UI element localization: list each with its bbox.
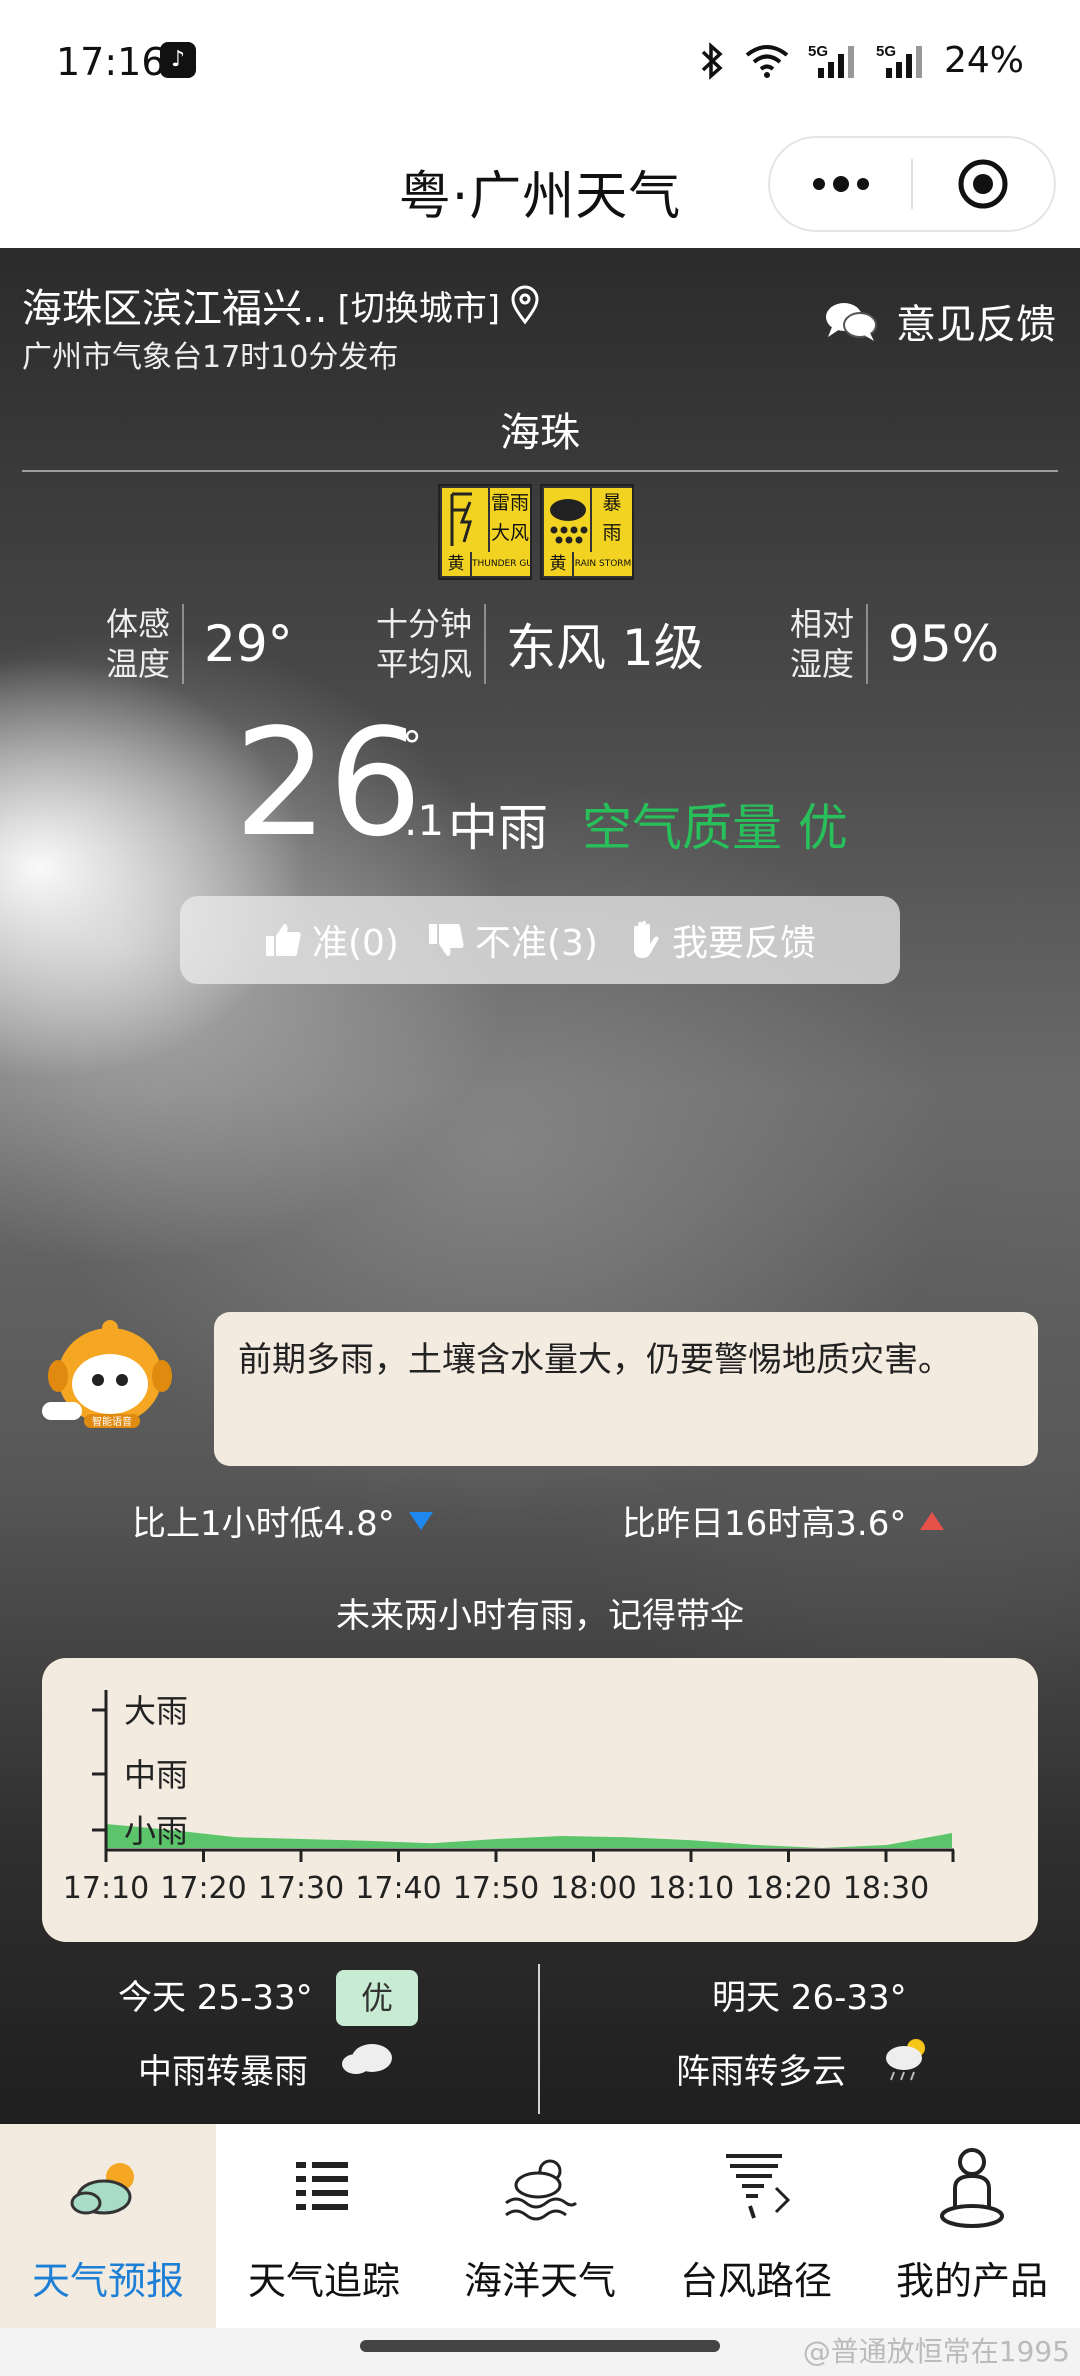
air-quality[interactable]: 空气质量 优 — [582, 788, 848, 860]
home-indicator[interactable] — [360, 2340, 720, 2352]
hand-icon — [633, 920, 659, 958]
warning-en: RAIN STORM — [574, 552, 632, 576]
wind-stat: 十分钟 平均风 东风 1级 — [376, 604, 704, 684]
status-icons: 5G 5G 24% — [700, 40, 1024, 81]
tab-typhoon-path[interactable]: 台风路径 — [648, 2124, 864, 2328]
rainstorm-icon — [544, 488, 590, 552]
svg-text:5G: 5G — [808, 43, 828, 60]
x-tick-label: 18:30 — [843, 1871, 929, 1906]
chat-bubbles-icon — [826, 303, 877, 341]
rain-reminder: 未来两小时有雨，记得带伞 — [336, 1596, 744, 1636]
target-icon — [958, 159, 1008, 209]
typhoon-path-icon — [726, 2154, 791, 2219]
today-condition: 中雨转暴雨 — [138, 2052, 308, 2092]
capsule-menu — [768, 136, 1056, 232]
accuracy-feedback-bar: 准(0) 不准(3) 我要反馈 — [180, 896, 900, 984]
title-bar: 粤·广州天气 — [0, 128, 1080, 248]
location-row[interactable]: 海珠区滨江福兴.. [切换城市] — [22, 276, 540, 334]
status-time: 17:16 — [56, 40, 166, 84]
humidity-value: 95% — [888, 615, 1000, 673]
marine-weather-icon — [505, 2159, 578, 2221]
publish-info: 广州市气象台17时10分发布 — [22, 340, 399, 375]
arrow-up-icon — [920, 1511, 945, 1530]
warning-level: 黄 — [544, 552, 572, 576]
arrow-down-icon — [408, 1511, 433, 1530]
warning-en: THUNDER GUST — [472, 552, 530, 576]
watermark: @普通放恒常在1995 — [802, 2335, 1070, 2368]
status-bar: 17:16 ♪ 5G 5G 24% — [0, 0, 1080, 128]
signal-icon-1: 5G — [808, 43, 854, 78]
rainstorm-warning[interactable]: 暴雨 黄 RAIN STORM — [540, 484, 634, 580]
tab-weather-forecast[interactable]: 天气预报 — [0, 2124, 216, 2328]
accurate-button[interactable]: 准(0) — [264, 914, 399, 966]
x-tick-label: 17:10 — [63, 1871, 149, 1906]
feels-like-stat: 体感 温度 29° — [106, 604, 293, 684]
today-aqi-badge[interactable]: 优 — [336, 1970, 418, 2026]
precipitation-chart: 小雨 中雨 大雨 17:10 17:20 17:30 17:40 17:50 18:00 18:1… — [42, 1658, 1038, 1942]
douyin-app-icon: ♪ — [160, 42, 196, 78]
wind-value: 东风 1级 — [506, 619, 704, 677]
weather-forecast-icon — [70, 2163, 134, 2215]
wifi-icon — [745, 44, 789, 78]
svg-text:智能语音: 智能语音 — [92, 1415, 132, 1428]
current-condition: 中雨 — [448, 799, 548, 857]
district-name: 海珠 — [500, 410, 580, 456]
voice-assistant-mascot-icon[interactable]: 智能语音 — [38, 1316, 198, 1436]
precipitation-chart-svg: 小雨 中雨 大雨 17:10 17:20 17:30 17:40 17:50 18:00 18:1… — [63, 1690, 955, 1906]
y-tick-label: 小雨 — [124, 1812, 188, 1850]
tab-weather-tracking[interactable]: 天气追踪 — [216, 2124, 432, 2328]
degree-symbol: ° — [402, 724, 422, 770]
weather-tracking-icon — [296, 2162, 348, 2210]
more-button[interactable] — [770, 138, 911, 230]
cloud-icon — [342, 2044, 392, 2074]
thunder-gust-warning[interactable]: 雷雨大风 黄 THUNDER GUST — [438, 484, 532, 580]
battery-level: 24% — [943, 40, 1024, 81]
location-name[interactable]: 海珠区滨江福兴.. — [22, 276, 327, 334]
tomorrow-condition: 阵雨转多云 — [676, 2052, 846, 2092]
x-tick-label: 17:30 — [258, 1871, 344, 1906]
bluetooth-icon — [701, 41, 723, 80]
y-tick-label: 中雨 — [124, 1756, 188, 1794]
humidity-stat: 相对 湿度 95% — [790, 604, 1000, 684]
x-tick-label: 18:10 — [648, 1871, 734, 1906]
more-dots-icon — [812, 176, 869, 192]
warning-signals: 雷雨大风 黄 THUNDER GUST 暴雨 黄 RAIN STORM — [438, 484, 634, 580]
forecast-divider — [538, 1964, 540, 2114]
feels-like-value: 29° — [204, 615, 293, 673]
compare-last-hour: 比上1小时低4.8° — [132, 1496, 435, 1545]
x-tick-label: 17:50 — [453, 1871, 539, 1906]
x-tick-label: 17:40 — [355, 1871, 441, 1906]
thumbs-up-icon — [265, 924, 301, 956]
bottom-tab-bar: 天气预报 天气追踪 海洋天气 台风路径 我的产品 — [0, 2124, 1080, 2328]
weather-main: 海珠区滨江福兴.. [切换城市] 广州市气象台17时10分发布 意见反馈 海珠 … — [0, 248, 1080, 2124]
svg-text:5G: 5G — [876, 43, 896, 60]
thumbs-down-icon — [428, 924, 464, 956]
signal-icon-2: 5G — [876, 43, 922, 78]
thunder-icon — [442, 488, 488, 552]
close-miniprogram-button[interactable] — [913, 138, 1054, 230]
divider — [22, 470, 1058, 472]
partly-cloudy-rain-icon — [886, 2039, 925, 2081]
x-tick-label: 17:20 — [160, 1871, 246, 1906]
feedback-button[interactable]: 意见反馈 — [824, 292, 1056, 350]
y-tick-label: 大雨 — [124, 1692, 188, 1730]
inaccurate-button[interactable]: 不准(3) — [427, 914, 598, 966]
location-pin-icon — [511, 285, 539, 325]
current-temperature: 26 — [234, 697, 423, 869]
today-temp-range: 今天 25-33° — [118, 1978, 313, 2018]
tip-bubble: 前期多雨，土壤含水量大，仍要警惕地质灾害。 — [214, 1312, 1038, 1466]
switch-city-link[interactable]: [切换城市] — [337, 281, 500, 330]
my-products-icon — [940, 2148, 1004, 2228]
x-tick-label: 18:00 — [550, 1871, 636, 1906]
feedback-label[interactable]: 意见反馈 — [896, 292, 1056, 350]
report-feedback-button[interactable]: 我要反馈 — [626, 914, 816, 966]
warning-level: 黄 — [442, 552, 470, 576]
tab-marine-weather[interactable]: 海洋天气 — [432, 2124, 648, 2328]
temperature-decimal: .1 — [404, 796, 445, 845]
tomorrow-temp-range: 明天 26-33° — [712, 1978, 907, 2018]
compare-yesterday: 比昨日16时高3.6° — [622, 1496, 946, 1545]
tab-my-products[interactable]: 我的产品 — [864, 2124, 1080, 2328]
precip-area — [106, 1824, 952, 1848]
x-tick-label: 18:20 — [745, 1871, 831, 1906]
